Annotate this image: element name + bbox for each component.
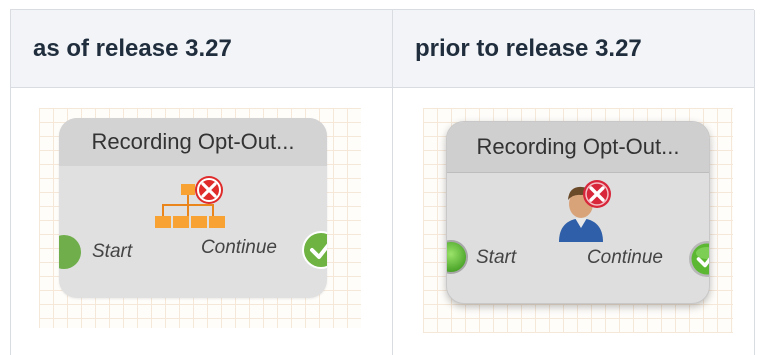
cell-new-release: Recording Opt-Out... Start Continue	[11, 88, 392, 355]
node-body: Start Continue	[447, 170, 709, 303]
start-label: Start	[92, 241, 133, 262]
header-new-release: as of release 3.27	[11, 10, 392, 88]
node-body: Start Continue	[59, 166, 327, 298]
node-title: Recording Opt-Out...	[59, 118, 327, 166]
continue-label: Continue	[586, 247, 663, 268]
comparison-table: as of release 3.27 Recording Opt-Out...	[10, 9, 755, 355]
cell-old-release: Recording Opt-Out... Start Continue	[393, 88, 754, 355]
recording-opt-out-node[interactable]: Recording Opt-Out... Start Continue	[446, 121, 710, 304]
start-label: Start	[476, 247, 517, 268]
start-port[interactable]	[59, 235, 81, 269]
header-old-release: prior to release 3.27	[393, 10, 754, 88]
continue-check-icon[interactable]	[688, 240, 709, 278]
node-title: Recording Opt-Out...	[447, 122, 709, 173]
start-port[interactable]	[447, 240, 468, 274]
user-with-red-x-icon	[551, 176, 619, 244]
continue-check-icon[interactable]	[301, 230, 327, 270]
column-old: prior to release 3.27 Recording Opt-Out.…	[393, 10, 755, 355]
recording-opt-out-node[interactable]: Recording Opt-Out... Start Continue	[59, 118, 327, 298]
continue-label: Continue	[200, 237, 277, 258]
column-new: as of release 3.27 Recording Opt-Out...	[11, 10, 393, 355]
hierarchy-with-red-x-icon	[153, 176, 233, 238]
